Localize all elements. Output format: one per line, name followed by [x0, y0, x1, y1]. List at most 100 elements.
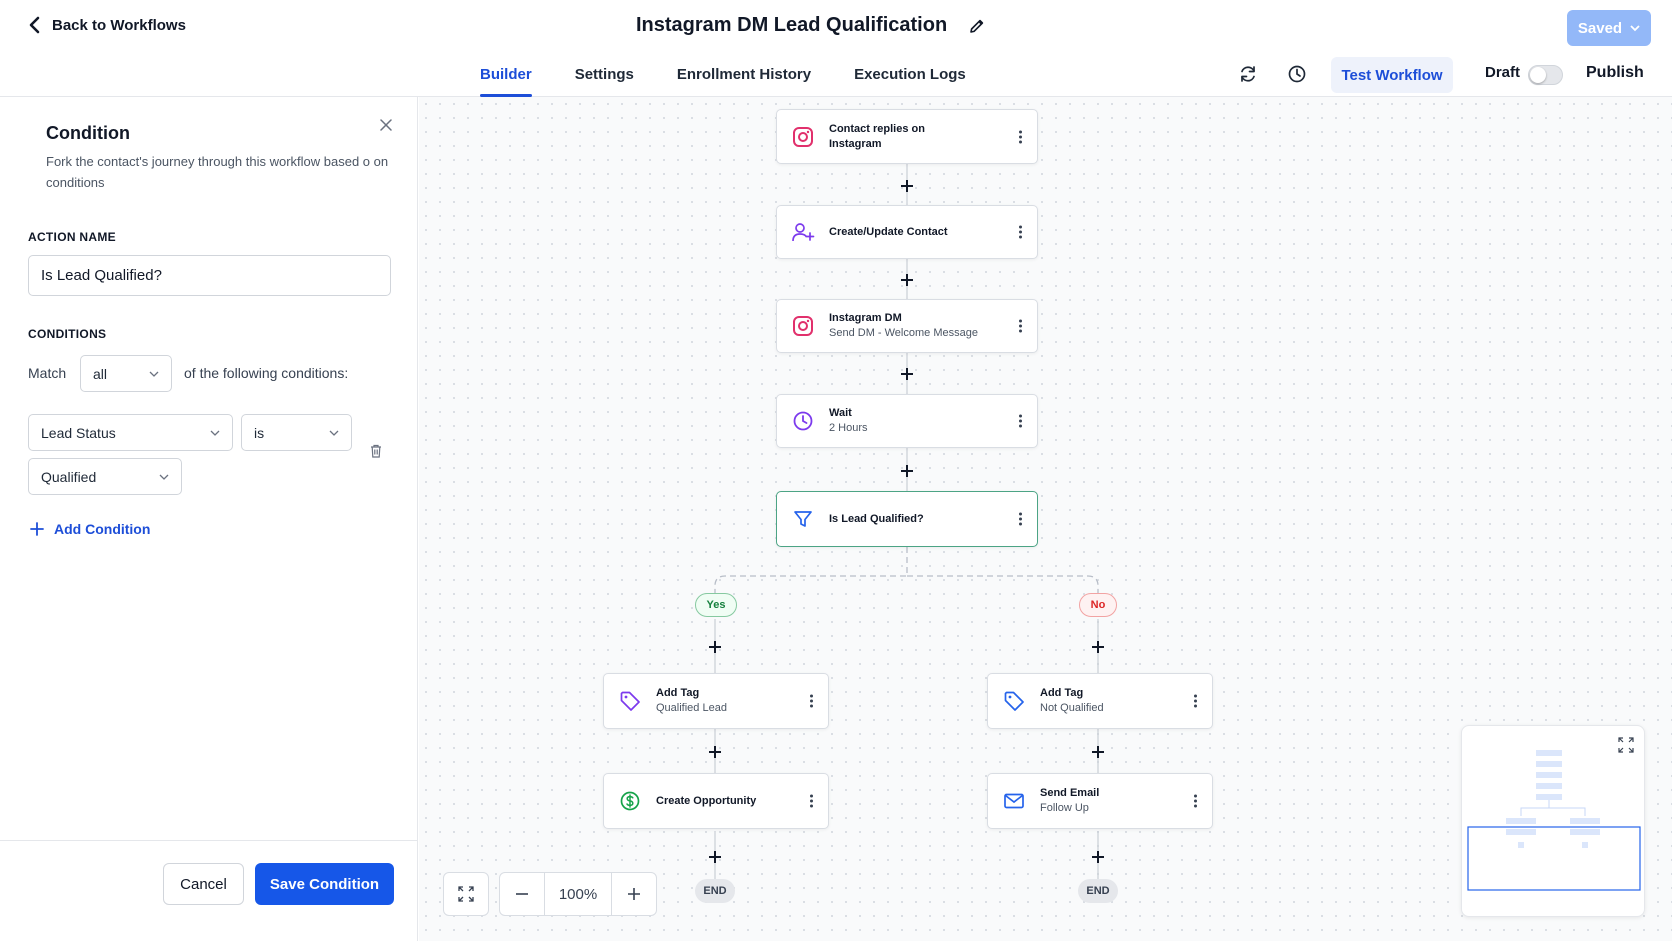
node-title: Instagram DM [829, 312, 902, 324]
zoom-box: 100% [499, 872, 657, 916]
pencil-icon[interactable] [969, 18, 985, 34]
node-menu-icon[interactable] [1192, 694, 1198, 708]
workflow-canvas[interactable]: Contact replies on Instagram Create/Upda… [419, 97, 1672, 941]
back-label: Back to Workflows [52, 16, 186, 34]
zoom-in-button[interactable] [612, 873, 656, 915]
close-icon[interactable] [378, 117, 394, 133]
chevron-down-icon [210, 430, 220, 436]
panel-footer-divider [0, 840, 418, 841]
tag-icon [618, 689, 642, 713]
tab-settings[interactable]: Settings [575, 58, 634, 97]
node-title: Create/Update Contact [829, 225, 948, 238]
wait-node[interactable]: Wait 2 Hours [776, 394, 1038, 448]
node-menu-icon[interactable] [1017, 130, 1023, 143]
conditions-label: CONDITIONS [28, 327, 107, 341]
fit-view-button[interactable] [443, 872, 489, 916]
add-step-plus-icon[interactable] [900, 273, 914, 287]
chevron-down-icon [329, 430, 339, 436]
tag-icon [1002, 689, 1026, 713]
plus-icon [628, 888, 640, 900]
tab-execution-logs[interactable]: Execution Logs [854, 58, 966, 97]
node-menu-icon[interactable] [808, 694, 814, 708]
node-menu-icon[interactable] [1017, 319, 1023, 333]
tab-builder[interactable]: Builder [480, 58, 532, 97]
add-step-plus-icon[interactable] [900, 179, 914, 193]
publish-label: Publish [1586, 64, 1644, 81]
create-opportunity-node[interactable]: Create Opportunity [603, 773, 829, 829]
node-title: Contact replies on Instagram [829, 122, 925, 150]
no-branch-badge: No [1079, 593, 1117, 617]
node-title: Add Tag [1040, 687, 1084, 699]
dollar-icon [618, 789, 642, 813]
panel-description: Fork the contact's journey through this … [46, 154, 389, 190]
node-menu-icon[interactable] [1017, 225, 1023, 239]
filter-icon [791, 507, 815, 531]
add-condition-label: Add Condition [54, 521, 151, 537]
yes-branch-badge: Yes [695, 593, 737, 617]
trash-icon[interactable] [368, 443, 384, 459]
cancel-button[interactable]: Cancel [163, 863, 244, 905]
match-suffix-text: of the following conditions: [184, 365, 349, 381]
workflow-title: Instagram DM Lead Qualification [636, 14, 985, 37]
node-subtitle: Qualified Lead [656, 702, 727, 714]
node-menu-icon[interactable] [1017, 512, 1023, 526]
test-workflow-button[interactable]: Test Workflow [1331, 57, 1453, 93]
node-menu-icon[interactable] [808, 794, 814, 808]
condition-value-select[interactable]: Qualified [28, 458, 182, 495]
condition-field-value: Lead Status [41, 424, 116, 441]
saved-label: Saved [1577, 19, 1623, 37]
zoom-level: 100% [544, 873, 612, 915]
saved-dropdown-button[interactable]: Saved [1567, 10, 1651, 46]
add-step-plus-icon[interactable] [900, 367, 914, 381]
history-clock-icon[interactable] [1285, 62, 1309, 86]
action-name-input[interactable]: Is Lead Qualified? [28, 255, 391, 296]
add-step-plus-icon[interactable] [708, 745, 722, 759]
instagram-dm-node[interactable]: Instagram DM Send DM - Welcome Message [776, 299, 1038, 353]
panel-title: Condition [46, 123, 130, 143]
chevron-down-icon [159, 474, 169, 480]
add-condition-button[interactable]: Add Condition [30, 521, 150, 537]
plus-icon [30, 522, 44, 536]
zoom-out-button[interactable] [500, 873, 544, 915]
publish-toggle[interactable] [1528, 65, 1563, 85]
draft-label: Draft [1485, 64, 1521, 81]
back-to-workflows-link[interactable]: Back to Workflows [28, 16, 186, 34]
condition-field-select[interactable]: Lead Status [28, 414, 233, 451]
node-title: Create Opportunity [656, 794, 757, 807]
add-step-plus-icon[interactable] [708, 640, 722, 654]
minimap-preview [1467, 750, 1641, 891]
add-step-plus-icon[interactable] [708, 850, 722, 864]
create-contact-node[interactable]: Create/Update Contact [776, 205, 1038, 259]
add-tag-not-qualified-node[interactable]: Add Tag Not Qualified [987, 673, 1213, 729]
instagram-icon [791, 125, 815, 149]
chevron-down-icon [149, 371, 159, 377]
trigger-node[interactable]: Contact replies on Instagram [776, 109, 1038, 164]
clock-icon [791, 409, 815, 433]
node-title: Send Email [1040, 787, 1100, 799]
node-subtitle: Follow Up [1040, 802, 1089, 814]
condition-operator-select[interactable]: is [241, 414, 352, 451]
send-email-node[interactable]: Send Email Follow Up [987, 773, 1213, 829]
node-subtitle: Send DM - Welcome Message [829, 327, 978, 339]
add-tag-qualified-node[interactable]: Add Tag Qualified Lead [603, 673, 829, 729]
save-condition-button[interactable]: Save Condition [255, 863, 394, 905]
end-badge: END [695, 879, 735, 903]
add-step-plus-icon[interactable] [1091, 850, 1105, 864]
condition-operator-value: is [254, 424, 265, 441]
condition-node[interactable]: Is Lead Qualified? [776, 491, 1038, 547]
node-title: Is Lead Qualified? [829, 512, 924, 525]
chevron-down-icon [1630, 25, 1640, 32]
minimap[interactable] [1461, 725, 1645, 917]
instagram-icon [791, 314, 815, 338]
node-menu-icon[interactable] [1017, 414, 1023, 428]
add-step-plus-icon[interactable] [1091, 745, 1105, 759]
add-step-plus-icon[interactable] [1091, 640, 1105, 654]
add-step-plus-icon[interactable] [900, 464, 914, 478]
mail-icon [1002, 789, 1026, 813]
end-badge: END [1078, 879, 1118, 903]
match-select-value: all [93, 365, 108, 382]
tab-enrollment-history[interactable]: Enrollment History [677, 58, 811, 97]
refresh-icon[interactable] [1236, 62, 1260, 86]
node-menu-icon[interactable] [1192, 794, 1198, 808]
match-select[interactable]: all [80, 355, 172, 392]
